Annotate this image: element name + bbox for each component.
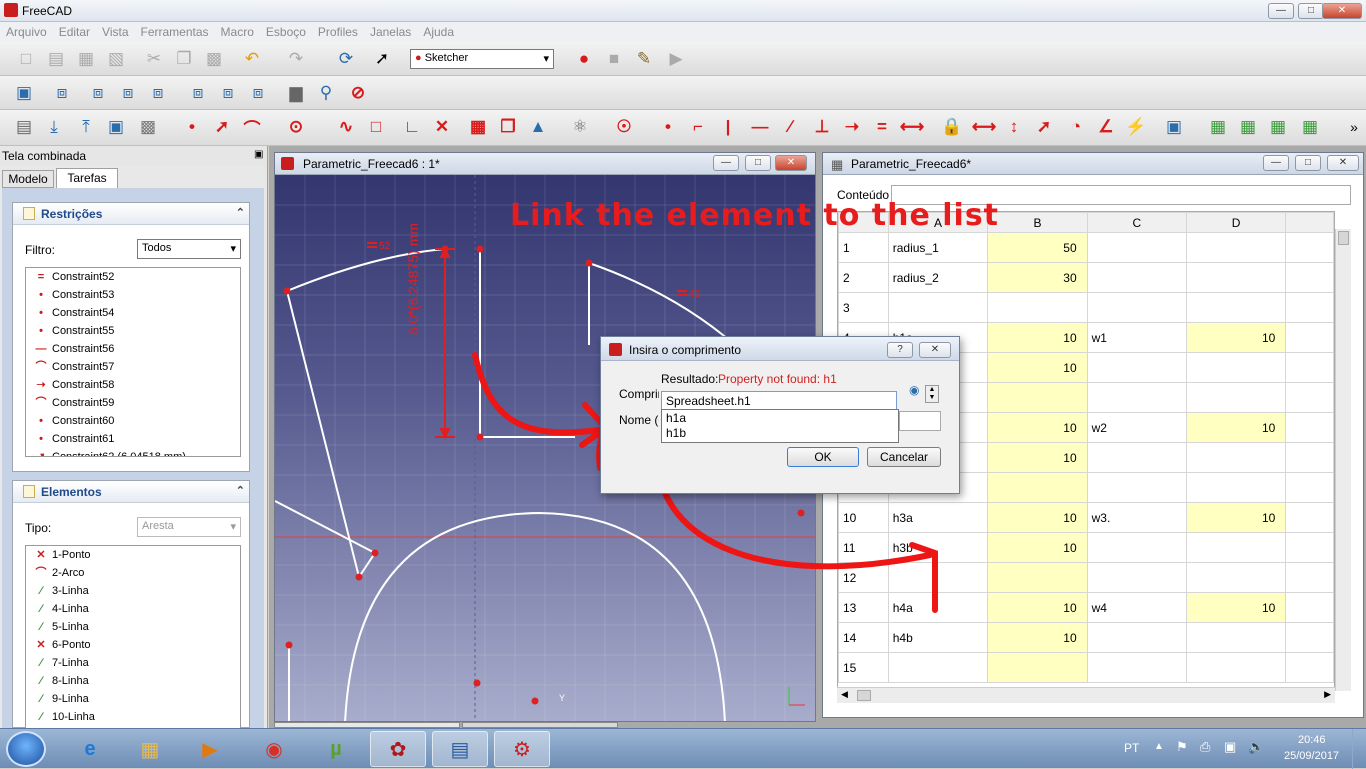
taskbar: e ▦ ▶ ◉ µ ✿ ▤ ⚙ PT ▲ ⚑ ⎙ ▣ 🔈 20:46 25/09… (0, 728, 1366, 769)
result-label: Resultado: (661, 372, 719, 386)
suggestion-item[interactable]: h1a (662, 410, 898, 426)
suggestion-item[interactable]: h1b (662, 426, 898, 440)
show-desktop-button[interactable] (1352, 729, 1366, 769)
suggestion-popup: h1a h1b (661, 409, 899, 443)
dialog-title: Insira o comprimento (629, 343, 742, 357)
freecad-taskbar-icon[interactable]: ⚙ (494, 731, 550, 767)
length-spinner[interactable]: ▲ ▼ (925, 385, 939, 403)
start-button[interactable] (6, 731, 46, 767)
tray-expand-icon[interactable]: ▲ (1154, 741, 1164, 752)
dialog-close-button[interactable]: ✕ (919, 342, 951, 358)
tray-volume-icon[interactable]: 🔈 (1248, 739, 1264, 755)
expression-icon[interactable]: ◉ (909, 383, 919, 397)
utorrent-icon[interactable]: µ (308, 731, 364, 767)
help-button[interactable]: ? (887, 342, 913, 358)
chrome-icon[interactable]: ◉ (246, 731, 302, 767)
length-input[interactable]: Spreadsheet.h1 (661, 391, 897, 411)
length-dialog: Insira o comprimento ? ✕ Resultado: Prop… (600, 336, 960, 494)
length-label: Comprimento: (619, 387, 659, 401)
ie-icon[interactable]: e (62, 731, 118, 767)
text-app-icon[interactable]: ▤ (432, 731, 488, 767)
freecad-logo-icon (609, 343, 622, 356)
language-indicator[interactable]: PT (1124, 741, 1139, 755)
result-value: Property not found: h1 (718, 372, 837, 386)
dialog-titlebar: Insira o comprimento ? ✕ (601, 337, 959, 361)
ok-button[interactable]: OK (787, 447, 859, 467)
media-player-icon[interactable]: ▶ (182, 731, 238, 767)
tray-flag-icon[interactable]: ⚑ (1176, 739, 1188, 755)
name-input[interactable] (899, 411, 941, 431)
app-red-icon[interactable]: ✿ (370, 731, 426, 767)
explorer-icon[interactable]: ▦ (122, 731, 178, 767)
tray-network-icon[interactable]: ▣ (1224, 739, 1236, 755)
cancel-button[interactable]: Cancelar (867, 447, 941, 467)
tray-printer-icon[interactable]: ⎙ (1200, 739, 1210, 755)
length-value: Spreadsheet.h1 (666, 394, 751, 408)
clock-time[interactable]: 20:46 (1298, 734, 1326, 746)
name-label: Nome (opcional): (619, 413, 659, 427)
clock-date[interactable]: 25/09/2017 (1284, 750, 1339, 762)
